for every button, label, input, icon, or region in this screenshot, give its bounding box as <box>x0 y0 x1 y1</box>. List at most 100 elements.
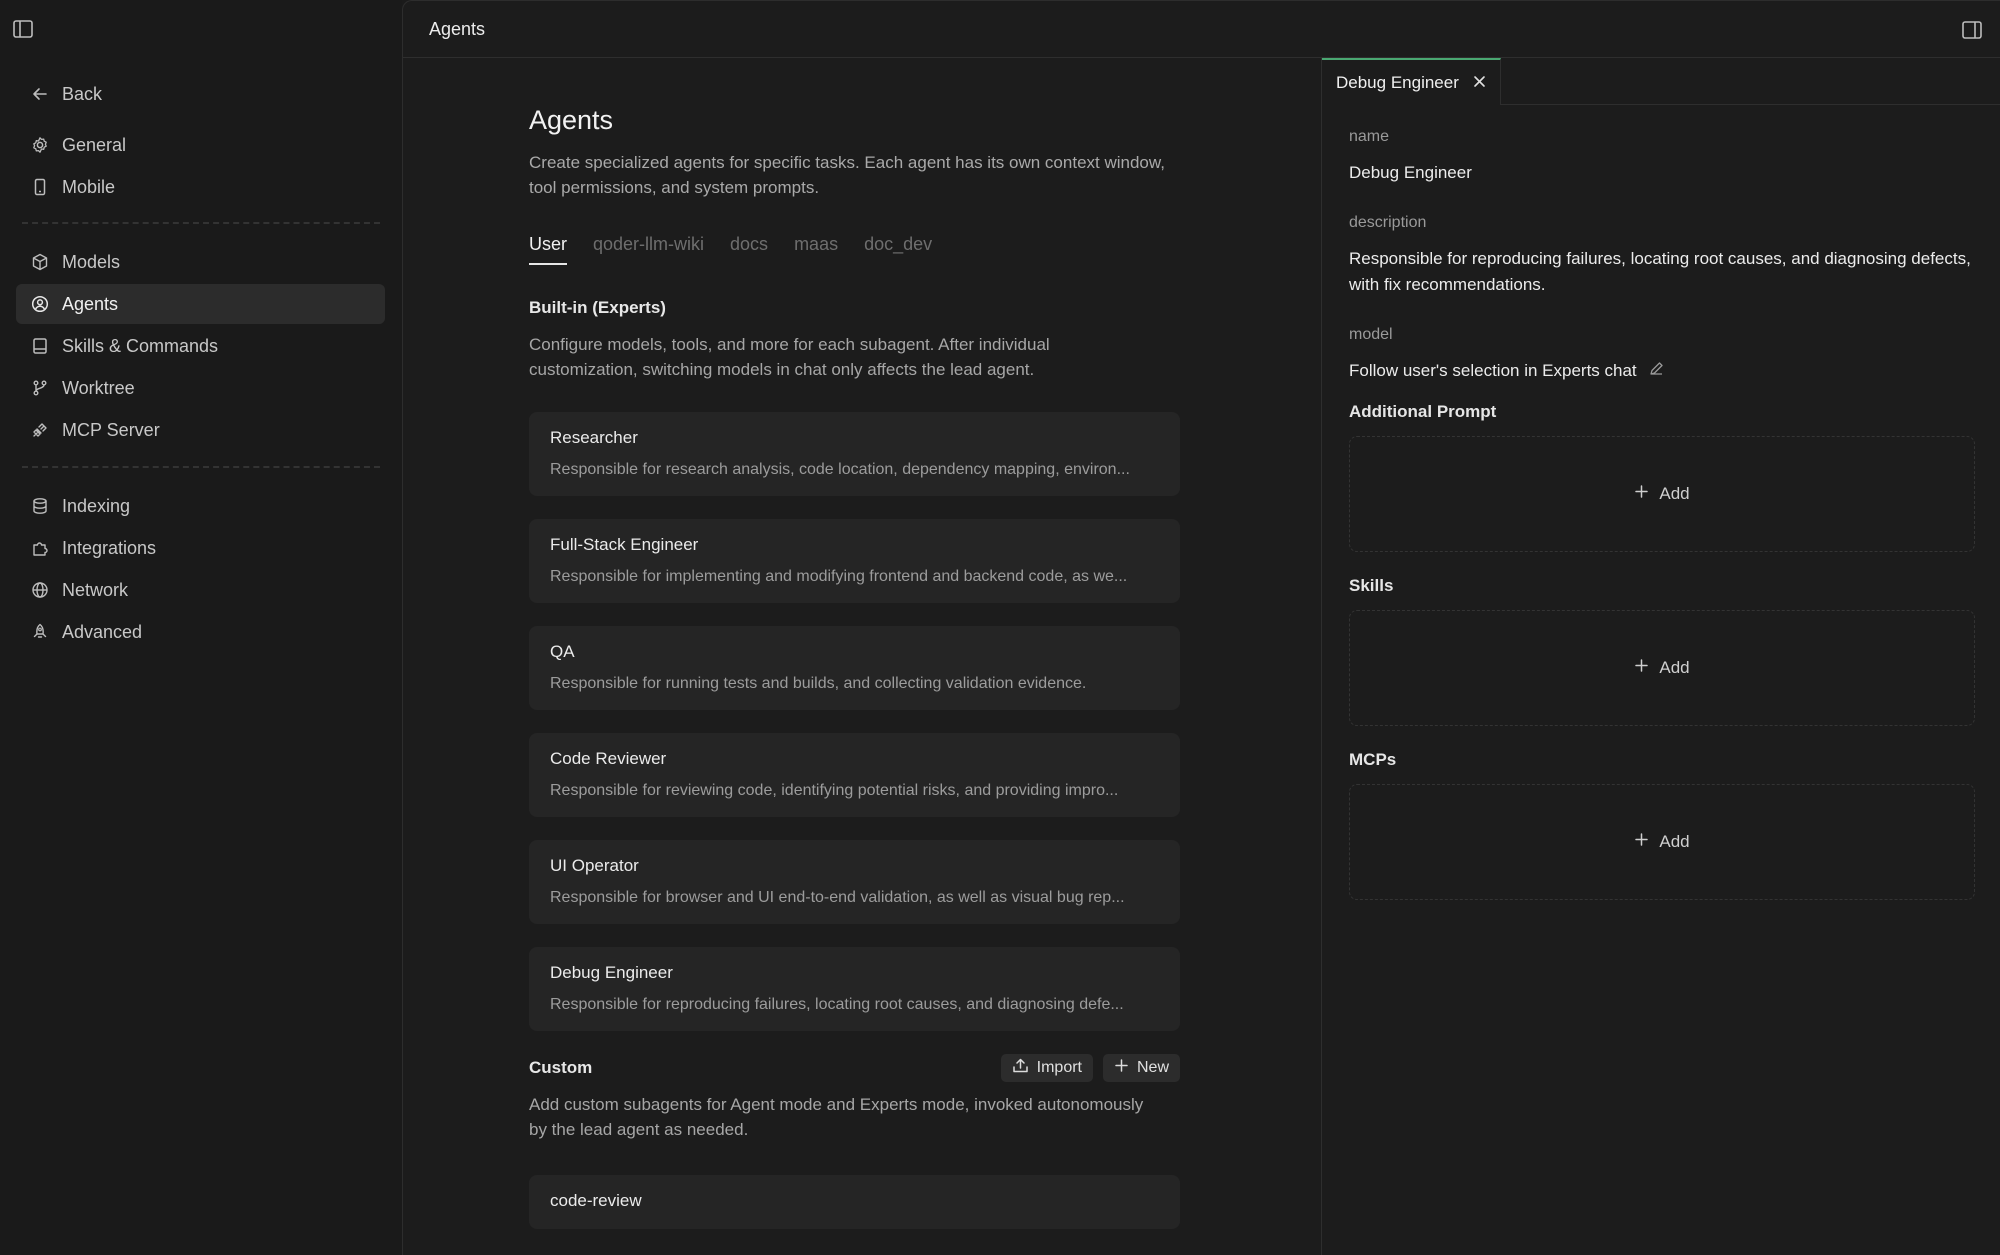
close-icon[interactable] <box>1473 73 1486 93</box>
sidebar-item-general[interactable]: General <box>16 125 385 165</box>
agent-name: UI Operator <box>550 856 639 875</box>
agent-description: Responsible for reproducing failures, lo… <box>550 996 1124 1013</box>
agent-detail-panel: Debug Engineer name Debug Engineer descr… <box>1321 58 2000 1255</box>
sidebar-item-integrations[interactable]: Integrations <box>16 528 385 568</box>
custom-agent-list: code-review <box>529 1175 1180 1229</box>
description-label: description <box>1349 214 1427 231</box>
agent-name: Debug Engineer <box>550 963 673 982</box>
cube-icon <box>20 253 60 271</box>
plus-icon <box>1634 658 1649 678</box>
import-label: Import <box>1036 1059 1082 1076</box>
sidebar-item-agents[interactable]: Agents <box>16 284 385 324</box>
agent-card-full-stack-engineer[interactable]: Full-Stack Engineer Responsible for impl… <box>529 519 1180 603</box>
name-field: name Debug Engineer <box>1349 128 1975 186</box>
sidebar-item-label: MCP Server <box>62 419 160 440</box>
custom-description: Add custom subagents for Agent mode and … <box>529 1095 1144 1139</box>
agent-description: Responsible for running tests and builds… <box>550 675 1087 692</box>
tab-qoder-llm-wiki[interactable]: qoder-llm-wiki <box>593 234 704 265</box>
globe-icon <box>20 581 60 599</box>
sidebar-item-advanced[interactable]: Advanced <box>16 612 385 652</box>
model-label: model <box>1349 326 1393 343</box>
name-value: Debug Engineer <box>1349 163 1472 182</box>
add-label: Add <box>1659 658 1690 677</box>
sidebar-item-label: Skills & Commands <box>62 335 219 356</box>
edit-icon[interactable] <box>1649 358 1664 384</box>
add-skill-button[interactable]: Add <box>1349 610 1975 726</box>
sidebar-item-label: General <box>62 134 127 155</box>
agent-card-qa[interactable]: QA Responsible for running tests and bui… <box>529 626 1180 710</box>
agent-icon <box>20 295 60 313</box>
page-title: Agents <box>529 105 614 135</box>
detail-tab-bar: Debug Engineer <box>1322 58 2000 105</box>
agent-description: Responsible for research analysis, code … <box>550 461 1130 478</box>
gear-icon <box>20 136 60 154</box>
builtin-title: Built-in (Experts) <box>529 298 666 317</box>
agent-card-ui-operator[interactable]: UI Operator Responsible for browser and … <box>529 840 1180 924</box>
back-button[interactable]: Back <box>16 74 385 114</box>
import-button[interactable]: Import <box>1000 1054 1093 1082</box>
agent-description: Responsible for implementing and modifyi… <box>550 568 1128 585</box>
settings-app: Back General Mobile Models Agents Skills… <box>0 0 2000 1255</box>
builtin-agent-list: Researcher Responsible for research anal… <box>529 412 1180 1031</box>
agent-name: QA <box>550 642 575 661</box>
new-button[interactable]: New <box>1102 1054 1180 1082</box>
arrow-left-icon <box>20 85 60 103</box>
agents-page: Agents Create specialized agents for spe… <box>529 105 1180 1252</box>
divider <box>22 466 380 468</box>
book-icon <box>20 337 60 355</box>
sidebar-item-skills-commands[interactable]: Skills & Commands <box>16 326 385 366</box>
sidebar-item-worktree[interactable]: Worktree <box>16 368 385 408</box>
add-prompt-button[interactable]: Add <box>1349 436 1975 552</box>
detail-body: name Debug Engineer description Responsi… <box>1349 128 1975 900</box>
main-window: Agents Agents Create specialized agents … <box>402 0 2000 1255</box>
sidebar-item-mobile[interactable]: Mobile <box>16 167 385 207</box>
agent-description: Responsible for reviewing code, identify… <box>550 782 1119 799</box>
sidebar-item-label: Worktree <box>62 377 135 398</box>
agent-name: Full-Stack Engineer <box>550 535 699 554</box>
sidebar-toggle-icon[interactable] <box>12 18 34 40</box>
branch-icon <box>20 379 60 397</box>
tab-debug-engineer[interactable]: Debug Engineer <box>1322 58 1501 105</box>
agent-name: Code Reviewer <box>550 749 667 768</box>
add-label: Add <box>1659 832 1690 851</box>
description-value: Responsible for reproducing failures, lo… <box>1349 249 1971 294</box>
window-title: Agents <box>429 18 486 39</box>
agent-name: Researcher <box>550 428 638 447</box>
agent-description: Responsible for browser and UI end-to-en… <box>550 889 1125 906</box>
tab-maas[interactable]: maas <box>794 234 838 265</box>
sidebar: Back General Mobile Models Agents Skills… <box>0 0 402 1255</box>
skills-title: Skills <box>1349 576 1394 595</box>
add-mcp-button[interactable]: Add <box>1349 784 1975 900</box>
description-field: description Responsible for reproducing … <box>1349 214 1975 298</box>
mcps-title: MCPs <box>1349 750 1397 769</box>
sidebar-item-models[interactable]: Models <box>16 242 385 282</box>
agent-name: code-review <box>550 1191 642 1210</box>
agent-card-code-review[interactable]: code-review <box>529 1175 1180 1229</box>
sidebar-item-indexing[interactable]: Indexing <box>16 486 385 526</box>
custom-title: Custom <box>529 1058 593 1077</box>
sidebar-item-network[interactable]: Network <box>16 570 385 610</box>
agent-card-debug-engineer[interactable]: Debug Engineer Responsible for reproduci… <box>529 947 1180 1031</box>
detail-tab-label: Debug Engineer <box>1336 72 1459 92</box>
agent-card-researcher[interactable]: Researcher Responsible for research anal… <box>529 412 1180 496</box>
sidebar-item-label: Models <box>62 251 121 272</box>
plus-icon <box>1114 1058 1129 1078</box>
sidebar-item-label: Advanced <box>62 621 143 642</box>
mobile-icon <box>20 178 60 196</box>
name-label: name <box>1349 128 1390 145</box>
builtin-description: Configure models, tools, and more for ea… <box>529 335 1050 379</box>
tab-docs[interactable]: docs <box>730 234 768 265</box>
agent-card-code-reviewer[interactable]: Code Reviewer Responsible for reviewing … <box>529 733 1180 817</box>
tab-user[interactable]: User <box>529 234 568 265</box>
additional-prompt-title: Additional Prompt <box>1349 402 1497 421</box>
sidebar-item-mcp-server[interactable]: MCP Server <box>16 410 385 450</box>
database-icon <box>20 497 60 515</box>
sidebar-item-label: Integrations <box>62 537 157 558</box>
tab-doc-dev[interactable]: doc_dev <box>864 234 932 265</box>
additional-prompt-section: Additional Prompt Add <box>1349 402 1975 552</box>
sidebar-item-label: Indexing <box>62 495 131 516</box>
rocket-icon <box>20 623 60 641</box>
upload-icon <box>1012 1057 1029 1079</box>
toggle-panel-icon[interactable] <box>1961 19 1983 41</box>
sidebar-item-label: Agents <box>62 293 119 314</box>
